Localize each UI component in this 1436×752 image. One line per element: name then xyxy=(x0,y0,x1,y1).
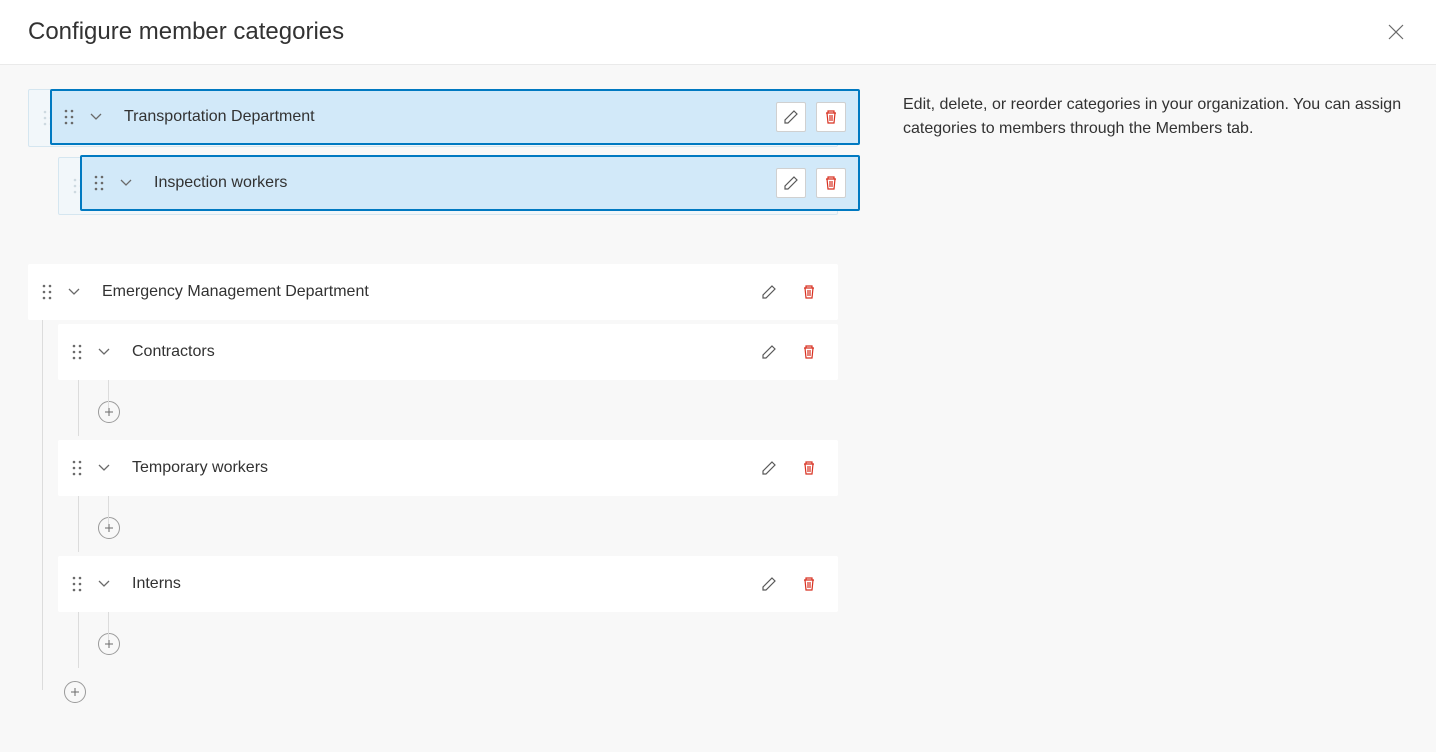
chevron-down-icon[interactable] xyxy=(98,348,110,356)
category-label: Emergency Management Department xyxy=(102,283,744,301)
help-text: Edit, delete, or reorder categories in y… xyxy=(903,93,1408,141)
category-row: Contractors xyxy=(58,324,838,380)
category-row-dragging[interactable]: Transportation Department xyxy=(50,89,860,145)
trash-icon xyxy=(801,284,817,300)
drag-handle-icon[interactable] xyxy=(72,576,82,592)
add-subcategory-button[interactable] xyxy=(98,633,120,655)
pencil-icon xyxy=(761,284,777,300)
edit-button[interactable] xyxy=(754,337,784,367)
category-row: Interns xyxy=(58,556,838,612)
pencil-icon xyxy=(761,576,777,592)
delete-button[interactable] xyxy=(794,277,824,307)
tree-connector xyxy=(108,496,109,524)
tree-connector xyxy=(108,612,109,640)
page-title: Configure member categories xyxy=(28,18,344,46)
pencil-icon xyxy=(761,460,777,476)
pencil-icon xyxy=(761,344,777,360)
chevron-down-icon[interactable] xyxy=(98,580,110,588)
category-label: Interns xyxy=(132,575,744,593)
category-row: Temporary workers xyxy=(58,440,838,496)
edit-button[interactable] xyxy=(776,168,806,198)
chevron-down-icon[interactable] xyxy=(68,288,80,296)
drag-handle-icon[interactable] xyxy=(72,460,82,476)
chevron-down-icon[interactable] xyxy=(90,113,102,121)
chevron-down-icon[interactable] xyxy=(120,179,132,187)
tree-connector xyxy=(78,496,79,552)
add-subcategory-button[interactable] xyxy=(64,681,86,703)
category-label: Contractors xyxy=(132,343,744,361)
pencil-icon xyxy=(783,175,799,191)
chevron-down-icon[interactable] xyxy=(98,464,110,472)
category-label: Transportation Department xyxy=(124,108,766,126)
drag-handle-icon[interactable] xyxy=(64,109,74,125)
category-label: Temporary workers xyxy=(132,459,744,477)
edit-button[interactable] xyxy=(754,569,784,599)
tree-connector xyxy=(78,380,79,436)
trash-icon xyxy=(823,175,839,191)
trash-icon xyxy=(801,576,817,592)
trash-icon xyxy=(801,344,817,360)
add-subcategory-button[interactable] xyxy=(98,401,120,423)
category-label: Inspection workers xyxy=(154,174,766,192)
plus-icon xyxy=(104,407,114,417)
delete-button[interactable] xyxy=(794,569,824,599)
drag-handle-icon[interactable] xyxy=(42,284,52,300)
plus-icon xyxy=(70,687,80,697)
plus-icon xyxy=(104,639,114,649)
pencil-icon xyxy=(783,109,799,125)
drag-handle-icon[interactable] xyxy=(72,344,82,360)
category-tree: Transportation Department Inspection wor… xyxy=(28,89,838,712)
trash-icon xyxy=(823,109,839,125)
drag-handle-icon[interactable] xyxy=(94,175,104,191)
delete-button[interactable] xyxy=(816,102,846,132)
edit-button[interactable] xyxy=(754,277,784,307)
add-subcategory-button[interactable] xyxy=(98,517,120,539)
category-row-dragging[interactable]: Inspection workers xyxy=(80,155,860,211)
delete-button[interactable] xyxy=(794,337,824,367)
plus-icon xyxy=(104,523,114,533)
delete-button[interactable] xyxy=(794,453,824,483)
trash-icon xyxy=(801,460,817,476)
edit-button[interactable] xyxy=(776,102,806,132)
delete-button[interactable] xyxy=(816,168,846,198)
dialog-header: Configure member categories xyxy=(0,0,1436,65)
close-button[interactable] xyxy=(1384,20,1408,44)
edit-button[interactable] xyxy=(754,453,784,483)
tree-connector xyxy=(78,612,79,668)
category-row: Emergency Management Department xyxy=(28,264,838,320)
close-icon xyxy=(1387,23,1405,41)
tree-connector xyxy=(108,380,109,408)
